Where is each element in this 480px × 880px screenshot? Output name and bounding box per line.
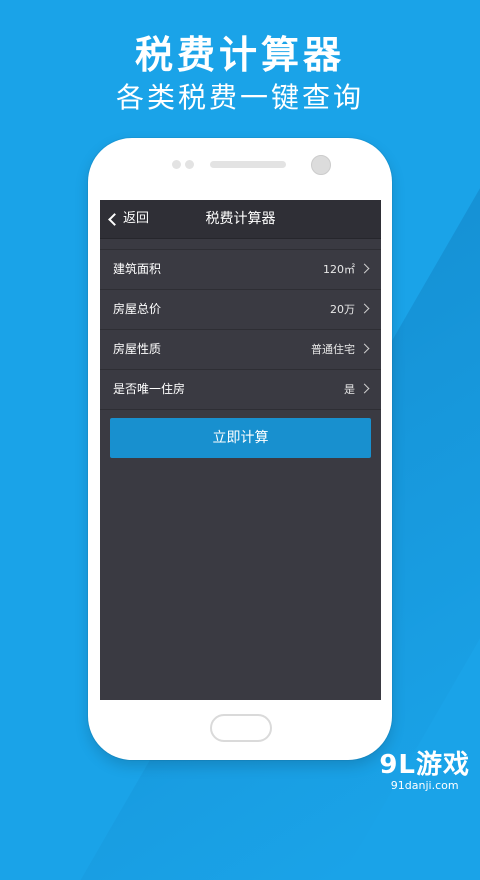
- nav-bar: 返回 税费计算器: [100, 200, 381, 239]
- calculate-button[interactable]: 立即计算: [110, 418, 371, 458]
- app-screen: 返回 税费计算器 建筑面积 120㎡ 房屋总价 20万 房屋性质 普通住宅 是否…: [100, 200, 381, 700]
- promo-headline: 税费计算器: [134, 33, 345, 77]
- chevron-right-icon: [359, 383, 370, 394]
- field-label: 建筑面积: [113, 262, 162, 276]
- home-button: [210, 714, 272, 742]
- watermark: 9L游戏 91danji.com: [379, 744, 470, 792]
- field-row-total-price[interactable]: 房屋总价 20万: [100, 290, 381, 330]
- watermark-url: 91danji.com: [390, 779, 459, 792]
- chevron-right-icon: [359, 303, 370, 314]
- promo-subheadline: 各类税费一键查询: [115, 81, 364, 114]
- field-value: 是: [344, 383, 355, 396]
- chevron-right-icon: [359, 343, 370, 354]
- sensor-dot: [185, 160, 194, 169]
- form-list: 建筑面积 120㎡ 房屋总价 20万 房屋性质 普通住宅 是否唯一住房 是: [100, 249, 381, 410]
- field-value: 20万: [330, 303, 355, 316]
- watermark-logo: 9L游戏: [379, 750, 470, 780]
- field-row-building-area[interactable]: 建筑面积 120㎡: [100, 250, 381, 290]
- page-title: 税费计算器: [205, 211, 276, 227]
- phone-frame: 返回 税费计算器 建筑面积 120㎡ 房屋总价 20万 房屋性质 普通住宅 是否…: [88, 138, 392, 760]
- sensor-dot: [172, 160, 181, 169]
- field-row-property-type[interactable]: 房屋性质 普通住宅: [100, 330, 381, 370]
- earpiece-speaker: [210, 161, 286, 168]
- front-camera: [311, 155, 331, 175]
- field-row-only-home[interactable]: 是否唯一住房 是: [100, 370, 381, 410]
- field-value: 普通住宅: [311, 343, 355, 356]
- field-label: 房屋总价: [113, 302, 162, 316]
- field-value: 120㎡: [323, 263, 355, 276]
- field-label: 是否唯一住房: [113, 382, 186, 396]
- field-label: 房屋性质: [113, 342, 162, 356]
- chevron-right-icon: [359, 263, 370, 274]
